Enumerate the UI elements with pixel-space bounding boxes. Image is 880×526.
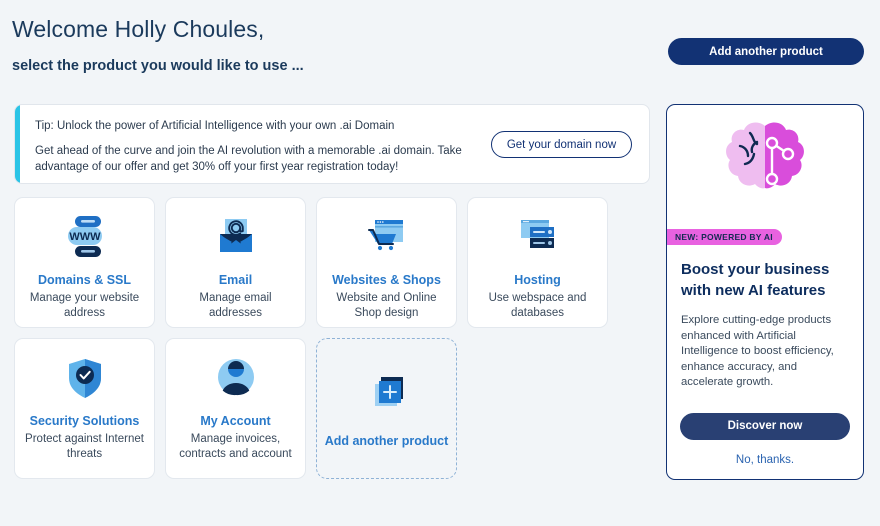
- banner-description: Get ahead of the curve and join the AI r…: [35, 145, 462, 173]
- status-badge: NEW: POWERED BY AI: [667, 229, 782, 245]
- ai-promo-panel: NEW: POWERED BY AI Boost your business w…: [666, 104, 864, 480]
- add-another-product-button[interactable]: Add another product: [668, 38, 864, 65]
- user-avatar-icon: [210, 353, 262, 405]
- svg-text:WWW: WWW: [69, 231, 101, 243]
- dashboard-page: Welcome Holly Choules, select the produc…: [0, 0, 880, 526]
- promo-description: Explore cutting-edge products enhanced w…: [681, 314, 834, 388]
- card-title: Add another product: [324, 433, 449, 448]
- card-title: Domains & SSL: [37, 273, 132, 287]
- promo-heading: Boost your business with new AI features: [681, 261, 830, 299]
- product-card-domains-ssl[interactable]: WWW Domains & SSL Manage your website ad…: [14, 197, 155, 328]
- plus-squares-icon: [361, 369, 413, 421]
- get-your-domain-now-button[interactable]: Get your domain now: [491, 131, 632, 158]
- card-description: Use webspace and databases: [488, 292, 587, 319]
- banner-title: Tip: Unlock the power of Artificial Inte…: [35, 120, 395, 132]
- server-stack-icon: [512, 212, 564, 264]
- shield-check-icon: [59, 353, 111, 405]
- card-description: Protect against Internet threats: [25, 433, 144, 460]
- product-card-websites-shops[interactable]: Websites & Shops Website and Online Shop…: [316, 197, 457, 328]
- product-card-email[interactable]: Email Manage email addresses: [165, 197, 306, 328]
- page-subtitle: select the product you would like to use…: [12, 58, 304, 74]
- banner-body: Tip: Unlock the power of Artificial Inte…: [35, 118, 475, 175]
- discover-now-button[interactable]: Discover now: [680, 412, 850, 440]
- ai-domain-tip-banner: Tip: Unlock the power of Artificial Inte…: [14, 104, 650, 184]
- product-grid: WWW Domains & SSL Manage your website ad…: [14, 197, 608, 479]
- product-card-hosting[interactable]: Hosting Use webspace and databases: [467, 197, 608, 328]
- product-card-security-solutions[interactable]: Security Solutions Protect against Inter…: [14, 338, 155, 479]
- www-domains-icon: WWW: [59, 212, 111, 264]
- page-header: Welcome Holly Choules, select the produc…: [12, 12, 304, 76]
- card-title: Email: [218, 273, 253, 287]
- card-description: Manage invoices, contracts and account: [179, 433, 292, 460]
- card-title: Websites & Shops: [332, 273, 441, 287]
- card-title: Security Solutions: [29, 414, 140, 428]
- envelope-at-icon: [210, 212, 262, 264]
- card-description: Website and Online Shop design: [336, 292, 437, 319]
- card-description: Manage email addresses: [199, 292, 272, 319]
- card-description: Manage your website address: [29, 292, 140, 319]
- product-row-1: WWW Domains & SSL Manage your website ad…: [14, 197, 608, 328]
- product-card-my-account[interactable]: My Account Manage invoices, contracts an…: [165, 338, 306, 479]
- card-title: My Account: [200, 414, 271, 428]
- no-thanks-link[interactable]: No, thanks.: [667, 454, 863, 466]
- product-card-add-another-product[interactable]: Add another product: [316, 338, 457, 479]
- welcome-title: Welcome Holly Choules,: [12, 16, 265, 42]
- product-row-2: Security Solutions Protect against Inter…: [14, 338, 608, 479]
- banner-accent-bar: [15, 105, 20, 183]
- card-title: Hosting: [514, 273, 561, 287]
- promo-badge-row: NEW: POWERED BY AI: [667, 227, 863, 245]
- shopping-cart-browser-icon: [361, 212, 413, 264]
- ai-brain-icon: [667, 105, 863, 227]
